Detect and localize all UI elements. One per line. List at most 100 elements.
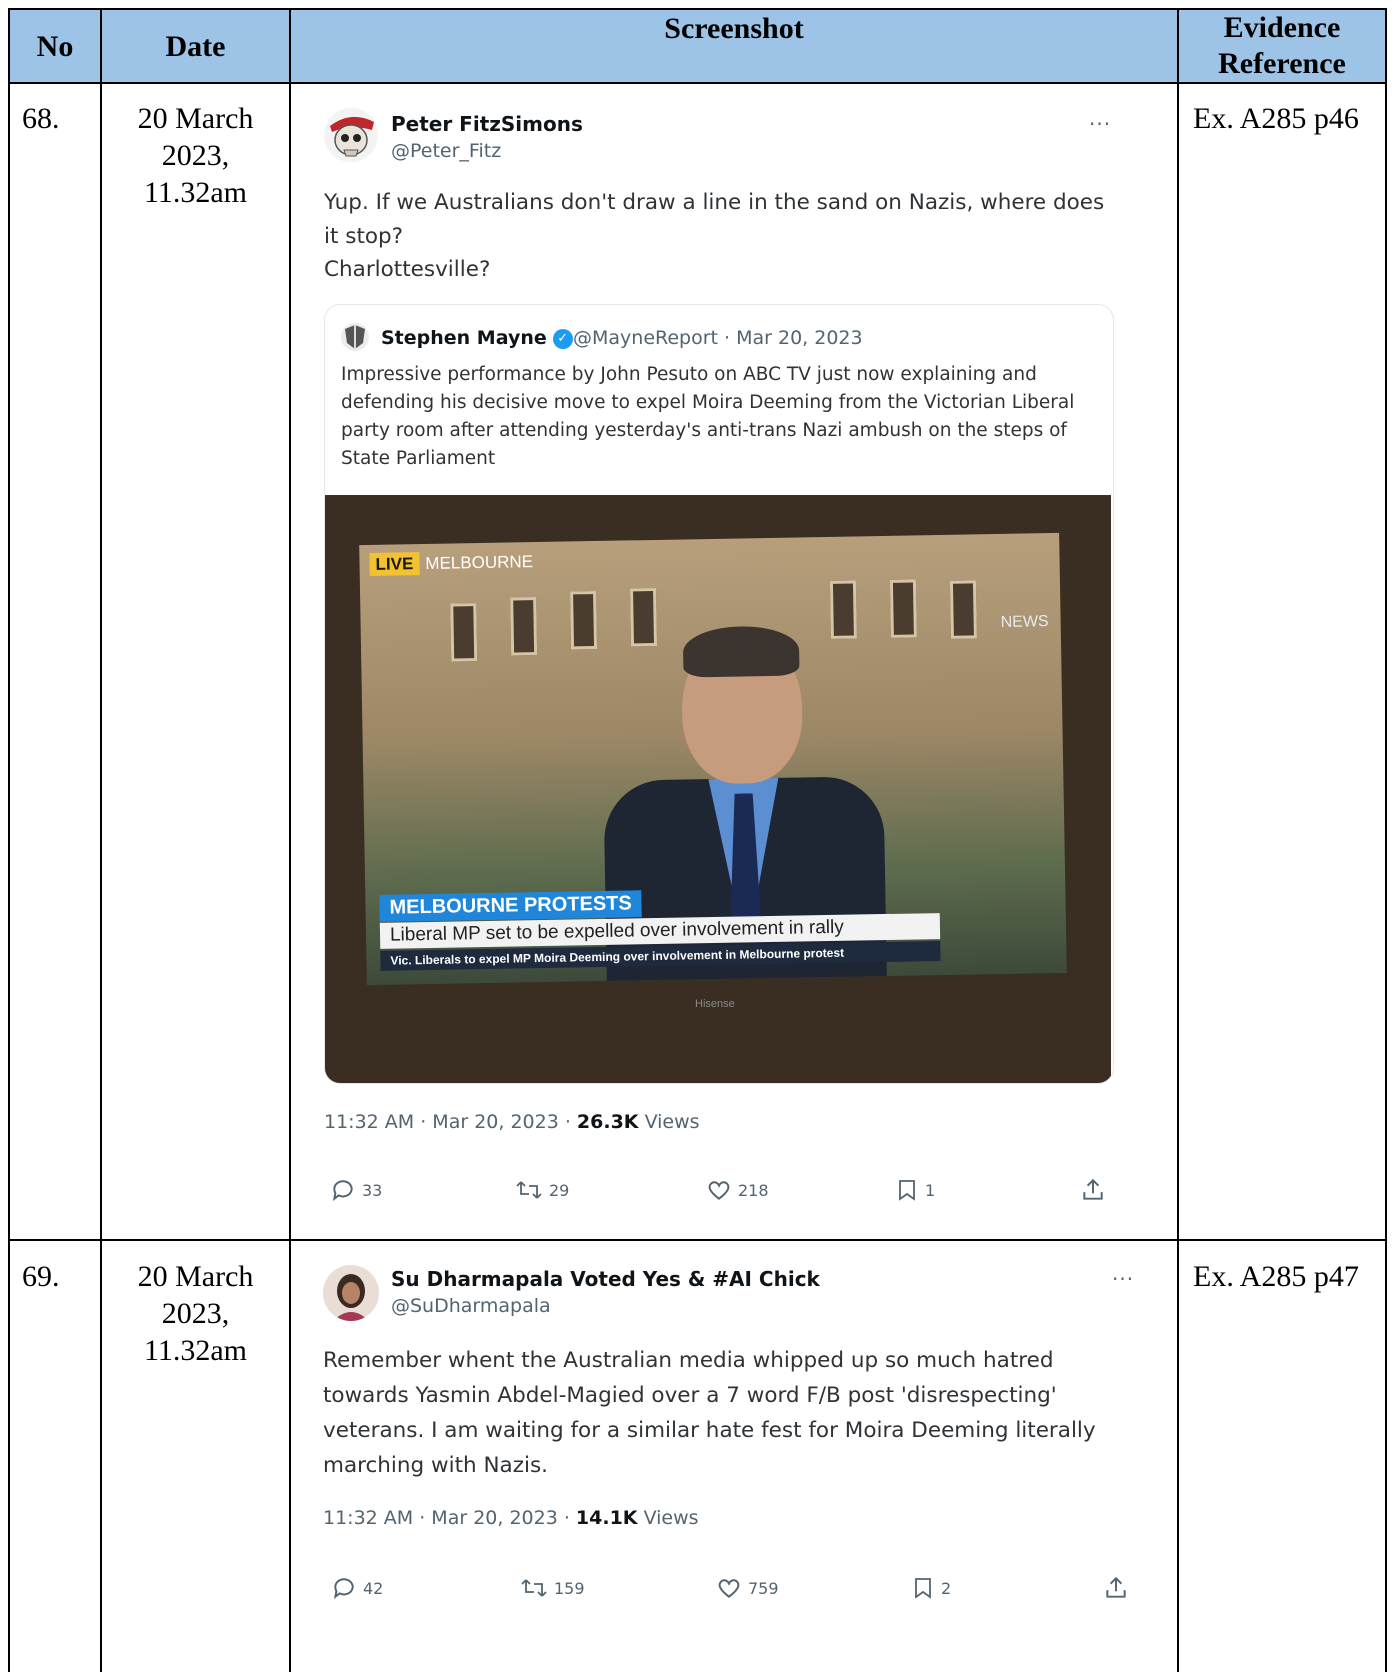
retweet-button[interactable]: 159	[520, 1575, 585, 1601]
quoted-author-name-text: Stephen Mayne	[381, 327, 547, 349]
retweet-icon	[521, 1579, 547, 1597]
building-window	[570, 591, 598, 650]
tv-brand-logo: Hisense	[695, 998, 735, 1010]
building-window	[450, 603, 478, 662]
header-evidence-line2: Reference	[1218, 47, 1346, 80]
heart-icon	[708, 1181, 730, 1200]
pirate-skull-icon	[324, 108, 378, 162]
row-date-line2: 2023,	[161, 139, 230, 172]
presenter-hair	[682, 625, 800, 678]
row-date-line1: 20 March	[137, 1260, 254, 1293]
building-window	[889, 579, 917, 638]
column-divider-screenshot	[1177, 8, 1179, 1672]
share-button[interactable]	[1103, 1575, 1129, 1601]
quoted-author-avatar	[341, 323, 369, 351]
tweet-timestamp-views: 11:32 AM · Mar 20, 2023 · 26.3K Views	[324, 1111, 700, 1133]
share-icon	[1106, 1576, 1126, 1598]
reply-icon	[332, 1180, 353, 1201]
reply-count: 33	[362, 1180, 383, 1200]
table-border-left	[8, 8, 10, 1672]
author-avatar[interactable]	[323, 1265, 379, 1321]
evidence-reference: Ex. A285 p47	[1193, 1260, 1359, 1293]
header-screenshot: Screenshot	[664, 12, 804, 45]
author-name[interactable]: Peter FitzSimons	[391, 112, 583, 136]
row-date-line1: 20 March	[137, 102, 254, 135]
share-button[interactable]	[1080, 1177, 1106, 1203]
header-date: Date	[165, 30, 226, 63]
tweet-timestamp-views: 11:32 AM · Mar 20, 2023 · 14.1K Views	[323, 1507, 699, 1529]
crest-icon	[341, 323, 369, 351]
live-location: MELBOURNE	[425, 552, 534, 573]
quoted-text-line2: defending his decisive move to expel Moi…	[341, 392, 1075, 413]
header-evidence-line1: Evidence	[1223, 11, 1341, 44]
row-number: 69.	[22, 1260, 60, 1293]
live-badge: LIVE	[369, 552, 420, 576]
evidence-reference: Ex. A285 p46	[1193, 102, 1359, 135]
author-handle[interactable]: @SuDharmapala	[391, 1295, 551, 1317]
bookmark-count: 1	[925, 1180, 936, 1200]
tweet-time-date: 11:32 AM · Mar 20, 2023 ·	[323, 1507, 576, 1529]
tweet-text-line2: it stop?	[324, 224, 404, 249]
table-border-right	[1385, 8, 1387, 1672]
views-label: Views	[638, 1111, 700, 1133]
more-options-icon[interactable]: ···	[1089, 112, 1111, 136]
row-date-line3: 11.32am	[143, 1334, 248, 1367]
author-avatar[interactable]	[324, 108, 378, 162]
bookmark-icon	[899, 1180, 915, 1201]
reply-icon	[333, 1578, 354, 1599]
tv-screen: LIVE MELBOURNE NEWS MELBOURNE PROTESTS Li…	[359, 532, 1067, 986]
quoted-handle-date: @MayneReport · Mar 20, 2023	[573, 327, 863, 349]
header-no: No	[36, 30, 74, 63]
lower-third-headline: MELBOURNE PROTESTS	[379, 890, 643, 922]
quoted-text-line1: Impressive performance by John Pesuto on…	[341, 364, 1037, 385]
table-header-divider	[8, 82, 1387, 84]
more-options-icon[interactable]: ···	[1112, 1267, 1134, 1291]
verified-badge-icon: ✓	[552, 328, 573, 349]
tweet-time-date: 11:32 AM · Mar 20, 2023 ·	[324, 1111, 577, 1133]
bookmark-icon	[915, 1578, 931, 1599]
author-name[interactable]: Su Dharmapala Voted Yes & #AI Chick	[391, 1267, 820, 1291]
retweet-icon	[516, 1181, 542, 1199]
reply-button[interactable]: 42	[331, 1575, 383, 1601]
building-window	[630, 587, 658, 647]
retweet-count: 29	[549, 1180, 570, 1200]
quoted-text-line3: party room after attending yesterday's a…	[341, 420, 1067, 441]
tweet-text-line3: veterans. I am waiting for a similar hat…	[323, 1418, 1096, 1443]
like-button[interactable]: 218	[706, 1177, 769, 1203]
building-window	[949, 580, 977, 639]
column-divider-date	[289, 8, 291, 1672]
like-count: 759	[748, 1578, 779, 1598]
tweet-text-line2: towards Yasmin Abdel-Magied over a 7 wor…	[323, 1383, 1057, 1408]
tweet-text-line1: Yup. If we Australians don't draw a line…	[324, 190, 1105, 215]
news-channel-logo: NEWS	[1000, 613, 1049, 631]
building-window	[829, 580, 857, 639]
column-divider-no	[100, 8, 102, 1672]
retweet-button[interactable]: 29	[515, 1177, 569, 1203]
quoted-tweet-card[interactable]: Stephen Mayne ✓ @MayneReport · Mar 20, 20…	[324, 304, 1114, 1084]
row-number: 68.	[22, 102, 60, 135]
bookmark-button[interactable]: 2	[911, 1575, 951, 1601]
tweet-text-line4: marching with Nazis.	[323, 1453, 549, 1478]
views-label: Views	[637, 1507, 699, 1529]
building-window	[510, 597, 538, 656]
tweet-text-line3: Charlottesville?	[324, 257, 491, 282]
profile-photo-icon	[323, 1265, 379, 1321]
tv-photo[interactable]: LIVE MELBOURNE NEWS MELBOURNE PROTESTS Li…	[325, 495, 1111, 1083]
like-count: 218	[738, 1180, 769, 1200]
views-count: 26.3K	[576, 1111, 639, 1133]
author-handle[interactable]: @Peter_Fitz	[391, 140, 501, 162]
row-date-line3: 11.32am	[143, 176, 248, 209]
retweet-count: 159	[554, 1578, 585, 1598]
live-location-tag: LIVE MELBOURNE	[369, 552, 534, 576]
bookmark-button[interactable]: 1	[895, 1177, 935, 1203]
views-count: 14.1K	[575, 1507, 638, 1529]
row-date-line2: 2023,	[161, 1297, 230, 1330]
reply-button[interactable]: 33	[330, 1177, 382, 1203]
like-button[interactable]: 759	[716, 1575, 779, 1601]
share-icon	[1083, 1178, 1103, 1200]
quoted-text-line4: State Parliament	[341, 448, 496, 469]
heart-icon	[718, 1579, 740, 1598]
tweet-text-line1: Remember whent the Australian media whip…	[323, 1348, 1054, 1373]
quoted-author-name: Stephen Mayne ✓	[381, 327, 579, 349]
reply-count: 42	[363, 1578, 384, 1598]
